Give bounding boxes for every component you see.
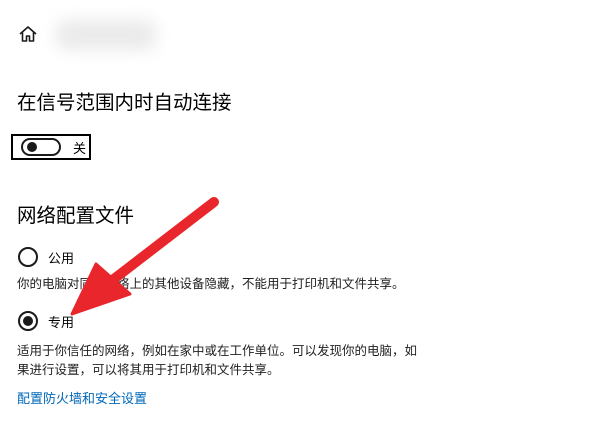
radio-public[interactable]: 公用: [18, 247, 74, 267]
radio-private-circle: [18, 311, 38, 331]
private-description-line2: 果进行设置，可以将其用于打印机和文件共享。: [17, 362, 280, 377]
private-description: 适用于你信任的网络，例如在家中或在工作单位。可以发现你的电脑，如 果进行设置，可…: [17, 341, 417, 379]
radio-private[interactable]: 专用: [18, 311, 74, 331]
auto-connect-heading: 在信号范围内时自动连接: [17, 91, 232, 114]
auto-connect-toggle[interactable]: 关: [11, 134, 91, 160]
toggle-track: [21, 138, 61, 156]
network-profile-heading: 网络配置文件: [17, 204, 135, 227]
blurred-network-name: [56, 20, 156, 50]
radio-private-dot: [23, 316, 33, 326]
firewall-settings-link[interactable]: 配置防火墙和安全设置: [17, 388, 147, 407]
radio-private-label: 专用: [48, 315, 75, 331]
private-description-line1: 适用于你信任的网络，例如在家中或在工作单位。可以发现你的电脑，如: [17, 343, 418, 358]
radio-public-circle: [18, 247, 38, 267]
radio-public-label: 公用: [48, 251, 75, 267]
public-description: 你的电脑对同一网络上的其他设备隐藏，不能用于打印机和文件共享。: [17, 276, 405, 291]
toggle-state-label: 关: [73, 141, 87, 157]
home-icon: [18, 24, 38, 48]
toggle-knob: [27, 142, 37, 152]
home-button[interactable]: [16, 24, 40, 48]
